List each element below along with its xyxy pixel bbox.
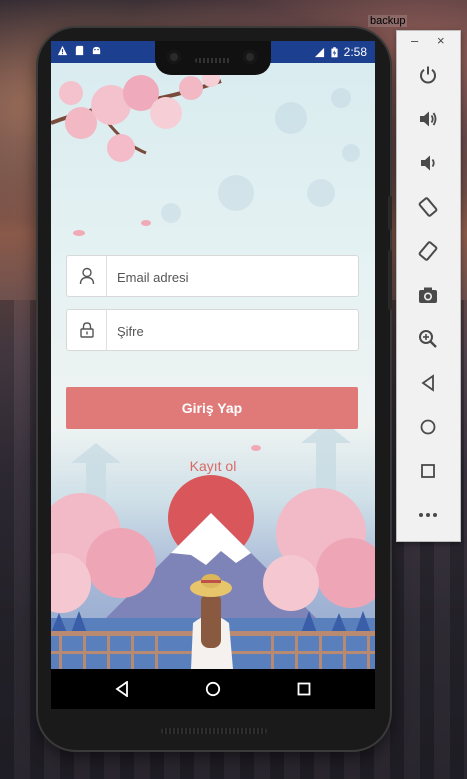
home-icon[interactable] [201, 677, 225, 701]
register-link[interactable]: Kayıt ol [51, 458, 375, 474]
girl-with-hat [190, 574, 233, 669]
lock-icon [67, 310, 107, 350]
rotate-left-icon[interactable] [415, 194, 441, 220]
earpiece-speaker [195, 58, 231, 63]
flower-pattern [161, 88, 360, 223]
phone-notch [155, 41, 271, 75]
back-icon[interactable] [415, 370, 441, 396]
warning-icon [57, 45, 68, 56]
android-icon [92, 46, 101, 55]
camera-icon[interactable] [415, 282, 441, 308]
sd-card-icon [75, 45, 84, 56]
signal-lte-icon [314, 47, 324, 57]
front-camera-right [243, 50, 257, 64]
desktop-file-label[interactable]: backup [368, 15, 408, 27]
side-volume-button [388, 250, 392, 310]
zoom-icon[interactable] [415, 326, 441, 352]
power-icon[interactable] [415, 62, 441, 88]
battery-charging-icon [331, 46, 338, 57]
home-icon[interactable] [415, 414, 441, 440]
phone-screen: Giriş Yap Kayıt ol 2:58 [51, 41, 375, 709]
email-input[interactable] [115, 266, 349, 288]
status-time: 2:58 [343, 45, 367, 59]
password-input[interactable] [115, 320, 349, 342]
emulator-toolbar: – × [396, 30, 461, 542]
login-button[interactable]: Giriş Yap [66, 387, 358, 429]
email-field[interactable] [66, 255, 359, 297]
bottom-speaker-grille [161, 728, 267, 734]
password-field[interactable] [66, 309, 359, 351]
rotate-right-icon[interactable] [415, 238, 441, 264]
more-icon[interactable] [415, 502, 441, 528]
recents-icon[interactable] [292, 677, 316, 701]
navigation-bar [51, 669, 375, 709]
volume-up-icon[interactable] [415, 106, 441, 132]
emulator-window-controls: – × [397, 31, 460, 53]
side-power-button [388, 196, 392, 230]
user-icon [67, 256, 107, 296]
minimize-button[interactable]: – [411, 33, 418, 48]
close-button[interactable]: × [437, 33, 445, 48]
back-icon[interactable] [110, 677, 134, 701]
overview-icon[interactable] [415, 458, 441, 484]
cherry-blossom-branch [51, 69, 222, 162]
app-background: Giriş Yap Kayıt ol [51, 63, 375, 669]
volume-down-icon[interactable] [415, 150, 441, 176]
front-camera-left [167, 50, 181, 64]
